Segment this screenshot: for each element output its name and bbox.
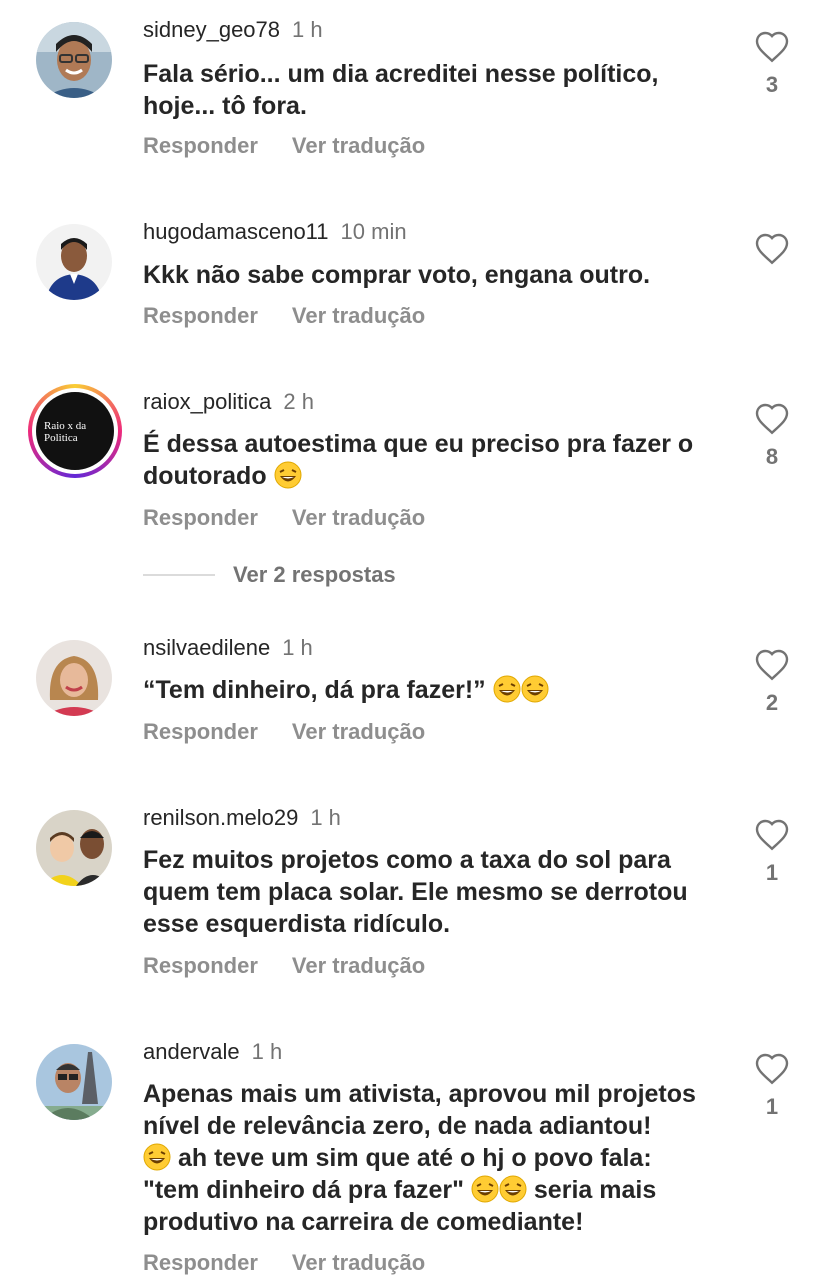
view-replies-label: Ver 2 respostas xyxy=(233,562,396,587)
heart-outline-icon[interactable] xyxy=(754,402,790,435)
comment-actions: Responder Ver tradução xyxy=(143,132,425,160)
view-replies-button[interactable]: Ver 2 respostas xyxy=(143,562,396,592)
heart-outline-icon[interactable] xyxy=(754,818,790,851)
comment-text-part: Apenas mais um ativista, aprovou mil pro… xyxy=(143,1080,696,1140)
timestamp: 1 h xyxy=(282,635,313,660)
translate-button[interactable]: Ver tradução xyxy=(292,719,425,744)
like-count: 3 xyxy=(765,72,779,97)
comment-text: Fala sério... um dia acreditei nesse pol… xyxy=(143,60,659,120)
avatar[interactable] xyxy=(36,640,112,716)
heart-outline-icon[interactable] xyxy=(754,1052,790,1085)
heart-outline-icon[interactable] xyxy=(754,648,790,681)
timestamp: 1 h xyxy=(292,17,323,42)
comment-text-body: É dessa autoestima que eu preciso pra fa… xyxy=(143,430,694,490)
like-button[interactable]: 3 xyxy=(752,30,792,97)
laughing-emoji-icon xyxy=(499,1175,527,1203)
comment-meta: sidney_geo78 1 h xyxy=(143,16,323,44)
laughing-emoji-icon xyxy=(274,461,302,489)
translate-button[interactable]: Ver tradução xyxy=(292,303,425,328)
avatar[interactable] xyxy=(36,224,112,300)
comment-meta: nsilvaedilene 1 h xyxy=(143,634,313,662)
username[interactable]: nsilvaedilene xyxy=(143,635,270,660)
avatar[interactable] xyxy=(36,810,112,886)
like-button[interactable]: 1 xyxy=(752,818,792,885)
timestamp: 1 h xyxy=(251,1039,283,1064)
comment-text: Kkk não sabe comprar voto, engana outro. xyxy=(143,261,651,289)
username[interactable]: raiox_politica xyxy=(143,389,271,414)
comment-text-body: “Tem dinheiro, dá pra fazer!” xyxy=(143,676,486,704)
timestamp: 1 h xyxy=(310,805,341,830)
username[interactable]: sidney_geo78 xyxy=(143,17,280,42)
comment-text: Apenas mais um ativista, aprovou mil pro… xyxy=(143,1078,713,1238)
comment-text: “Tem dinheiro, dá pra fazer!” xyxy=(143,674,723,706)
comment-actions: Responder Ver tradução xyxy=(143,1249,425,1277)
laughing-emoji-icon xyxy=(143,1143,171,1171)
reply-button[interactable]: Responder xyxy=(143,133,258,158)
avatar-story-ring[interactable]: Raio x da Politica xyxy=(28,384,122,478)
laughing-emoji-icon xyxy=(521,675,549,703)
like-count: 1 xyxy=(765,860,779,885)
comment-meta: raiox_politica 2 h xyxy=(143,388,314,416)
reply-button[interactable]: Responder xyxy=(143,303,258,328)
like-button[interactable]: 2 xyxy=(752,648,792,715)
heart-outline-icon[interactable] xyxy=(754,232,790,265)
like-count: 2 xyxy=(765,690,779,715)
timestamp: 2 h xyxy=(283,389,314,414)
translate-button[interactable]: Ver tradução xyxy=(292,505,425,530)
like-button[interactable]: 8 xyxy=(752,402,792,469)
comment-meta: renilson.melo29 1 h xyxy=(143,804,341,832)
avatar[interactable] xyxy=(36,22,112,98)
comment-actions: Responder Ver tradução xyxy=(143,302,425,330)
avatar-logo-text: Raio x da Politica xyxy=(44,420,87,444)
laughing-emoji-icon xyxy=(493,675,521,703)
comment-actions: Responder Ver tradução xyxy=(143,504,425,532)
reply-button[interactable]: Responder xyxy=(143,953,258,978)
username[interactable]: andervale xyxy=(143,1039,240,1064)
translate-button[interactable]: Ver tradução xyxy=(292,953,425,978)
comment-actions: Responder Ver tradução xyxy=(143,952,425,980)
comment-meta: andervale 1 h xyxy=(143,1038,282,1066)
avatar[interactable] xyxy=(36,1044,112,1120)
username[interactable]: hugodamasceno11 xyxy=(143,219,329,244)
like-count: 8 xyxy=(765,444,779,469)
like-button[interactable]: 1 xyxy=(752,1052,792,1119)
reply-button[interactable]: Responder xyxy=(143,1250,258,1275)
comment-text: É dessa autoestima que eu preciso pra fa… xyxy=(143,428,733,492)
translate-button[interactable]: Ver tradução xyxy=(292,1250,425,1275)
like-count: 1 xyxy=(765,1094,779,1119)
like-button[interactable] xyxy=(752,232,792,275)
translate-button[interactable]: Ver tradução xyxy=(292,133,425,158)
divider-line xyxy=(143,574,215,576)
laughing-emoji-icon xyxy=(471,1175,499,1203)
comment-text: Fez muitos projetos como a taxa do sol p… xyxy=(143,846,688,938)
timestamp: 10 min xyxy=(340,219,407,244)
comment-actions: Responder Ver tradução xyxy=(143,718,425,746)
comment-meta: hugodamasceno11 10 min xyxy=(143,218,407,246)
heart-outline-icon[interactable] xyxy=(754,30,790,63)
reply-button[interactable]: Responder xyxy=(143,719,258,744)
reply-button[interactable]: Responder xyxy=(143,505,258,530)
username[interactable]: renilson.melo29 xyxy=(143,805,298,830)
